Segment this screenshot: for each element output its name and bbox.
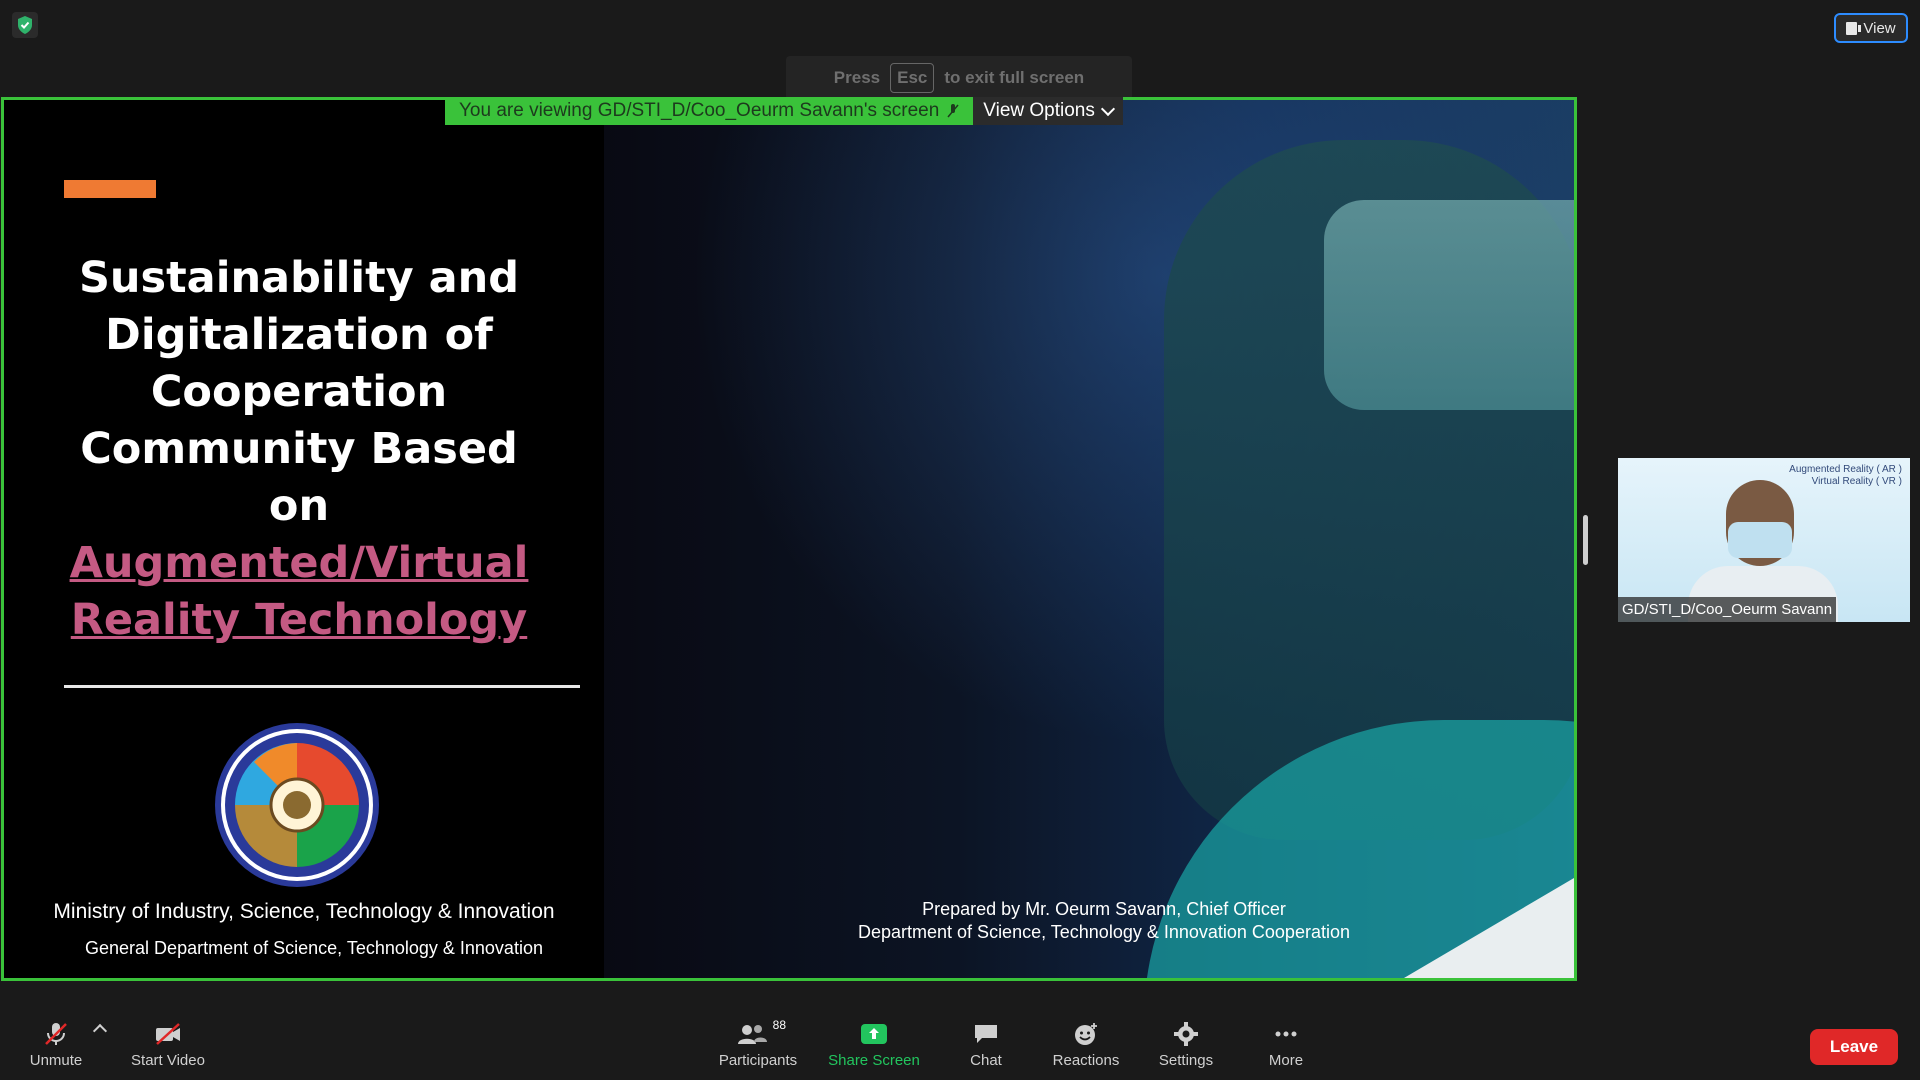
reactions-button[interactable]: Reactions [1036,1022,1136,1069]
panel-resize-handle[interactable] [1583,515,1588,565]
view-layout-icon [1846,21,1862,35]
leave-button[interactable]: Leave [1810,1029,1898,1065]
bg-text-line: Augmented Reality ( AR ) [1789,464,1902,475]
slide-title-highlight: Augmented/Virtual [69,538,529,588]
participant-mask [1728,522,1792,558]
slide-accent-bar [64,180,156,198]
security-shield-icon[interactable] [12,12,38,38]
unmute-label: Unmute [29,1052,83,1069]
chat-icon [975,1025,997,1043]
start-video-button[interactable]: Start Video [118,1022,218,1069]
slide-title: Sustainability and Digitalization of Coo… [34,250,564,649]
participants-count: 88 [772,1018,786,1032]
meeting-toolbar: Unmute Start Video 88 Participants Share… [0,1014,1920,1080]
prepared-dept-line: Department of Science, Technology & Inno… [858,922,1350,942]
chevron-down-icon [1100,101,1115,117]
ministry-logo [215,723,379,887]
prepared-by-line: Prepared by Mr. Oeurm Savann, Chief Offi… [922,899,1286,919]
more-dots-icon [1275,1031,1297,1037]
settings-button[interactable]: Settings [1136,1022,1236,1069]
slide-title-line: Cooperation [150,367,448,417]
participants-label: Participants [718,1052,798,1069]
participant-video-tile[interactable]: Augmented Reality ( AR ) Virtual Reality… [1618,458,1910,622]
slide-divider [64,685,580,688]
esc-hint-press: Press [833,68,881,87]
chat-label: Chat [970,1052,1002,1069]
share-screen-label: Share Screen [828,1052,920,1069]
gear-icon [1174,1022,1198,1046]
unmute-button[interactable]: Unmute [6,1022,106,1069]
esc-key: Esc [890,63,935,93]
slide-corner-accent [1404,878,1574,978]
slide-title-line: Community Based [80,424,518,474]
view-options-label: View Options [983,100,1095,121]
participant-name: GD/STI_D/Coo_Oeurm Savann [1618,597,1837,622]
slide-title-line: on [268,481,330,531]
reactions-label: Reactions [1052,1052,1120,1069]
viewing-message: You are viewing GD/STI_D/Coo_Oeurm Savan… [445,97,974,125]
exit-fullscreen-hint: Press Esc to exit full screen [786,56,1132,100]
chat-button[interactable]: Chat [936,1022,1036,1069]
ministry-name: Ministry of Industry, Science, Technolog… [53,900,555,923]
shared-screen: Sustainability and Digitalization of Coo… [1,97,1577,981]
participants-icon-group: 88 [736,1018,786,1046]
vr-headset-illustration [1324,200,1574,410]
view-options-dropdown[interactable]: View Options [973,97,1123,125]
share-screen-icon [861,1024,887,1044]
more-label: More [1268,1052,1304,1069]
slide-title-highlight: Reality Technology [70,595,528,645]
participants-button[interactable]: 88 Participants [708,1018,808,1069]
slide-title-line: Sustainability and [78,253,520,303]
department-name: General Department of Science, Technolog… [85,938,543,958]
view-button-label: View [1863,19,1896,37]
viewing-message-text: You are viewing GD/STI_D/Coo_Oeurm Savan… [459,100,940,121]
prepared-by: Prepared by Mr. Oeurm Savann, Chief Offi… [784,898,1424,944]
mic-muted-icon [947,104,959,118]
esc-hint-rest: to exit full screen [944,68,1085,87]
view-button[interactable]: View [1834,13,1908,43]
bg-text-line: Virtual Reality ( VR ) [1811,476,1902,487]
participant-bg-text: Augmented Reality ( AR ) Virtual Reality… [1789,464,1902,488]
more-button[interactable]: More [1236,1022,1336,1069]
slide-background-art [544,100,1574,978]
mic-muted-icon [45,1023,67,1045]
share-screen-button[interactable]: Share Screen [824,1022,924,1069]
participants-icon [738,1025,767,1044]
start-video-label: Start Video [131,1052,205,1069]
slide-title-line: Digitalization of [105,310,493,360]
reactions-icon [1075,1023,1097,1045]
settings-label: Settings [1158,1052,1214,1069]
city-skyline-illustration [1544,100,1577,980]
screen-share-banner: You are viewing GD/STI_D/Coo_Oeurm Savan… [445,97,1123,125]
video-off-icon [156,1023,180,1045]
